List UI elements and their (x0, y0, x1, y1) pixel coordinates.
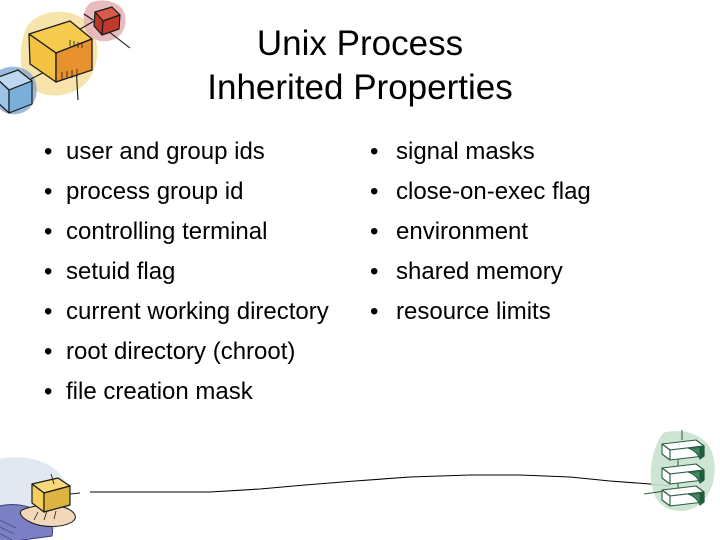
bullet-marker-icon: • (370, 258, 379, 285)
list-item: • shared memory (370, 252, 670, 292)
bullet-marker-icon: • (44, 218, 53, 245)
hand-holding-box-clipart (0, 457, 81, 540)
bullet-marker-icon: • (44, 378, 53, 405)
bullet-marker-icon: • (370, 218, 379, 245)
bullet-marker-icon: • (44, 338, 53, 365)
list-item-label: resource limits (396, 298, 551, 325)
list-item-label: close-on-exec flag (396, 178, 591, 205)
bullet-marker-icon: • (370, 178, 379, 205)
connector-line (90, 474, 670, 493)
list-item-label: controlling terminal (66, 218, 268, 245)
bullet-marker-icon: • (370, 138, 379, 165)
slide-title-line-2: Inherited Properties (207, 68, 513, 107)
list-item-label: root directory (chroot) (66, 338, 296, 365)
list-item-label: setuid flag (66, 258, 176, 285)
list-item-label: shared memory (396, 258, 563, 285)
bullet-marker-icon: • (44, 178, 53, 205)
list-item: • resource limits (370, 292, 670, 332)
list-item: • setuid flag (44, 252, 354, 292)
list-item: • close-on-exec flag (370, 172, 670, 212)
bullet-marker-icon: • (44, 258, 53, 285)
list-item-label: file creation mask (66, 378, 253, 405)
bullet-marker-icon: • (44, 138, 53, 165)
list-item: • current working directory (44, 292, 354, 332)
green-boxes-stack-clipart (644, 430, 715, 512)
slide-title-line-1: Unix Process (256, 24, 464, 63)
list-item-label: process group id (66, 178, 244, 205)
list-item: • environment (370, 212, 670, 252)
bullet-marker-icon: • (44, 298, 53, 325)
list-item-label: current working directory (66, 298, 329, 325)
slide-canvas: Unix Process Inherited Properties • user… (0, 0, 720, 540)
list-item: • process group id (44, 172, 354, 212)
slide-title: Unix Process Inherited Properties (120, 22, 600, 110)
list-item-label: signal masks (396, 138, 535, 165)
list-item: • file creation mask (44, 372, 354, 412)
bullet-column-left: • user and group ids • process group id … (44, 132, 354, 412)
list-item: • root directory (chroot) (44, 332, 354, 372)
list-item-label: user and group ids (66, 138, 265, 165)
bullet-column-right: • signal masks • close-on-exec flag • en… (370, 132, 670, 332)
list-item: • signal masks (370, 132, 670, 172)
list-item: • controlling terminal (44, 212, 354, 252)
list-item-label: environment (396, 218, 529, 245)
list-item: • user and group ids (44, 132, 354, 172)
bullet-marker-icon: • (370, 298, 379, 325)
